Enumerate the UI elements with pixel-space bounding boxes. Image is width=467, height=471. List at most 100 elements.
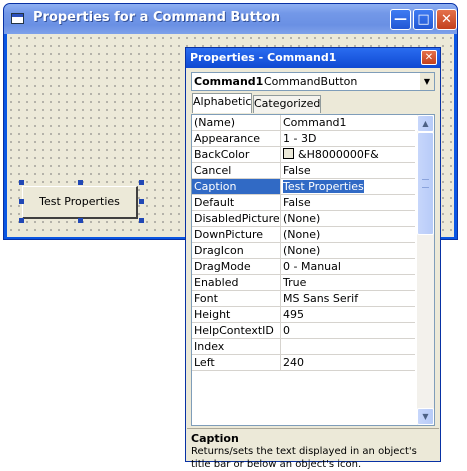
property-value[interactable] xyxy=(281,339,415,354)
property-name: Index xyxy=(192,339,281,354)
property-value-text: 495 xyxy=(283,308,304,321)
property-row[interactable]: (Name) Command1 xyxy=(192,115,415,131)
property-row[interactable]: Caption Test Properties xyxy=(192,179,415,195)
description-pane: Caption Returns/sets the text displayed … xyxy=(187,428,439,470)
property-value[interactable]: False xyxy=(281,195,415,210)
form-title: Properties for a Command Button xyxy=(33,10,281,25)
property-value-text: 240 xyxy=(283,356,304,369)
tab-label: Categorized xyxy=(254,97,321,110)
description-text: Returns/sets the text displayed in an ob… xyxy=(191,446,417,470)
property-name: Caption xyxy=(192,179,281,194)
property-row[interactable]: Left 240 xyxy=(192,355,415,371)
test-properties-button[interactable]: Test Properties xyxy=(22,186,138,219)
property-value[interactable]: 0 xyxy=(281,323,415,338)
chevron-up-icon: ▲ xyxy=(422,119,429,128)
object-selector-dropdown[interactable]: ▼ xyxy=(419,73,434,90)
property-grid-scrollbar[interactable]: ▲ ▼ xyxy=(417,115,434,425)
resize-handle-top-right[interactable] xyxy=(139,180,144,185)
chevron-down-icon: ▼ xyxy=(423,77,431,86)
property-row[interactable]: Index xyxy=(192,339,415,355)
property-row[interactable]: Enabled True xyxy=(192,275,415,291)
properties-close-button[interactable]: ✕ xyxy=(421,50,437,65)
property-row[interactable]: DisabledPicture (None) xyxy=(192,211,415,227)
color-swatch-icon xyxy=(283,148,294,159)
property-value-text: Command1 xyxy=(283,116,347,129)
property-row[interactable]: DragMode 0 - Manual xyxy=(192,259,415,275)
property-name: DragMode xyxy=(192,259,281,274)
property-name: Height xyxy=(192,307,281,322)
scroll-thumb[interactable] xyxy=(417,132,434,235)
property-name: DownPicture xyxy=(192,227,281,242)
close-icon: ✕ xyxy=(424,52,434,63)
grip-icon xyxy=(422,179,429,188)
property-name: HelpContextID xyxy=(192,323,281,338)
properties-window: Properties - Command1 ✕ Command1 Command… xyxy=(185,47,441,470)
close-button[interactable]: ✕ xyxy=(436,9,457,30)
minimize-button[interactable]: — xyxy=(390,9,411,30)
properties-title-bar[interactable]: Properties - Command1 ✕ xyxy=(186,48,440,68)
property-row[interactable]: DownPicture (None) xyxy=(192,227,415,243)
property-name: BackColor xyxy=(192,147,281,162)
object-name: Command1 xyxy=(194,75,264,88)
resize-handle-left[interactable] xyxy=(19,199,24,204)
property-value[interactable]: True xyxy=(281,275,415,290)
property-value-text: (None) xyxy=(283,212,321,225)
property-value-text: 0 xyxy=(283,324,290,337)
form-title-bar[interactable]: Properties for a Command Button — □ ✕ xyxy=(4,4,457,34)
close-icon: ✕ xyxy=(441,12,452,27)
property-value[interactable]: 1 - 3D xyxy=(281,131,415,146)
properties-title: Properties - Command1 xyxy=(190,51,337,64)
property-value[interactable]: MS Sans Serif xyxy=(281,291,415,306)
resize-handle-bottom[interactable] xyxy=(78,218,83,223)
maximize-icon: □ xyxy=(417,12,430,27)
tab-alphabetic[interactable]: Alphabetic xyxy=(192,93,252,113)
property-name: Appearance xyxy=(192,131,281,146)
property-value[interactable]: (None) xyxy=(281,227,415,242)
object-selector[interactable]: Command1 CommandButton ▼ xyxy=(191,72,435,91)
object-type: CommandButton xyxy=(264,75,358,88)
property-row[interactable]: DragIcon (None) xyxy=(192,243,415,259)
property-value[interactable]: (None) xyxy=(281,243,415,258)
property-value[interactable]: 495 xyxy=(281,307,415,322)
window-icon xyxy=(11,13,24,24)
scroll-down-button[interactable]: ▼ xyxy=(417,408,434,425)
property-row[interactable]: Appearance 1 - 3D xyxy=(192,131,415,147)
chevron-down-icon: ▼ xyxy=(422,412,429,421)
resize-handle-top-left[interactable] xyxy=(19,180,24,185)
property-row[interactable]: Cancel False xyxy=(192,163,415,179)
minimize-icon: — xyxy=(394,12,407,27)
description-title: Caption xyxy=(191,432,239,445)
property-value[interactable]: &H8000000F& xyxy=(281,147,415,162)
property-row[interactable]: HelpContextID 0 xyxy=(192,323,415,339)
scroll-up-button[interactable]: ▲ xyxy=(417,115,434,132)
property-value-text: 0 - Manual xyxy=(283,260,341,273)
property-value-text: MS Sans Serif xyxy=(283,292,359,305)
property-row[interactable]: Height 495 xyxy=(192,307,415,323)
property-name: DisabledPicture xyxy=(194,211,281,226)
property-grid: (Name) Command1 Appearance 1 - 3D BackColor &… xyxy=(191,114,435,426)
property-row[interactable]: Font MS Sans Serif xyxy=(192,291,415,307)
property-value[interactable]: Test Properties xyxy=(281,179,415,194)
property-name: Left xyxy=(192,355,281,370)
property-value[interactable]: 0 - Manual xyxy=(281,259,415,274)
resize-handle-bottom-right[interactable] xyxy=(139,218,144,223)
property-value-text: (None) xyxy=(283,244,321,257)
property-row[interactable]: BackColor &H8000000F& xyxy=(192,147,415,163)
tab-label: Alphabetic xyxy=(193,95,252,108)
property-value-text: (None) xyxy=(283,228,321,241)
property-row[interactable]: Default False xyxy=(192,195,415,211)
property-value[interactable]: 240 xyxy=(281,355,415,370)
command-button-label: Test Properties xyxy=(39,195,120,208)
property-name: (Name) xyxy=(192,115,281,130)
resize-handle-right[interactable] xyxy=(139,199,144,204)
property-value-text: True xyxy=(283,276,307,289)
resize-handle-top[interactable] xyxy=(78,180,83,185)
property-value[interactable]: (None) xyxy=(281,211,415,226)
property-value[interactable]: Command1 xyxy=(281,115,415,130)
tab-categorized[interactable]: Categorized xyxy=(253,95,321,113)
resize-handle-bottom-left[interactable] xyxy=(19,218,24,223)
maximize-button[interactable]: □ xyxy=(413,9,434,30)
property-name: Cancel xyxy=(192,163,281,178)
property-value[interactable]: False xyxy=(281,163,415,178)
property-value-text: False xyxy=(283,164,311,177)
